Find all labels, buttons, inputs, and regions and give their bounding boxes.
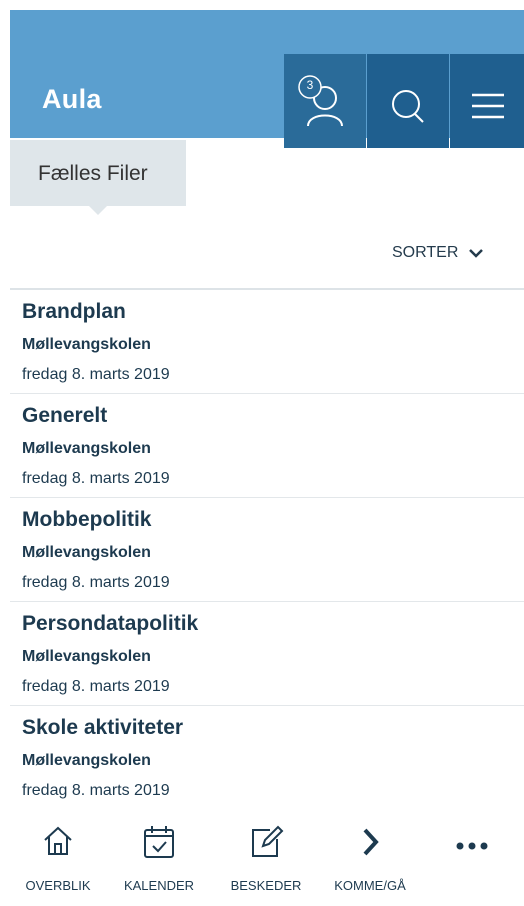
file-title: Mobbepolitik [22,508,152,531]
file-title: Brandplan [22,300,126,323]
nav-kalender[interactable]: KALENDER [111,810,207,906]
list-item[interactable]: Brandplan Møllevangskolen fredag 8. mart… [10,290,524,394]
tab-pointer [89,206,107,215]
file-date: fredag 8. marts 2019 [22,782,170,799]
sort-label: SORTER [392,244,459,261]
home-icon [44,826,72,855]
file-school: Møllevangskolen [22,544,151,561]
nav-label: KOMME/GÅ [334,878,406,893]
app-title: Aula [42,84,102,114]
notification-badge: 3 [306,78,314,92]
file-date: fredag 8. marts 2019 [22,470,170,487]
nav-label: BESKEDER [230,878,302,893]
compose-icon [252,825,284,857]
list-item[interactable]: Persondatapolitik Møllevangskolen fredag… [10,602,524,706]
file-title: Generelt [22,404,108,427]
file-date: fredag 8. marts 2019 [22,574,170,591]
list-item[interactable]: Skole aktiviteter Møllevangskolen fredag… [10,706,524,809]
file-school: Møllevangskolen [22,752,151,769]
nav-beskeder[interactable]: BESKEDER [218,810,314,906]
tab-label: Fælles Filer [38,162,148,185]
app-header: Aula 3 [10,10,524,148]
file-date: fredag 8. marts 2019 [22,678,170,695]
file-school: Møllevangskolen [22,648,151,665]
file-school: Møllevangskolen [22,440,151,457]
nav-label: KALENDER [123,878,195,893]
file-list: Brandplan Møllevangskolen fredag 8. mart… [10,290,524,809]
nav-komme-ga[interactable]: KOMME/GÅ [322,810,418,906]
tab-faelles-filer[interactable]: Fælles Filer [10,140,186,206]
profile-icon [298,75,343,127]
more-icon [456,842,488,850]
chevron-right-icon [363,828,379,856]
sort-button[interactable]: SORTER [392,244,484,262]
nav-label: OVERBLIK [25,878,91,893]
search-icon [392,90,424,123]
menu-button[interactable] [450,54,524,148]
nav-overblik[interactable]: OVERBLIK [10,810,106,906]
search-button[interactable] [367,54,449,148]
calendar-icon [144,826,174,858]
list-item[interactable]: Mobbepolitik Møllevangskolen fredag 8. m… [10,498,524,602]
file-title: Skole aktiviteter [22,716,184,739]
bottom-navigation: OVERBLIK KALENDER BESKEDER KOMME/GÅ [10,810,524,906]
nav-more[interactable] [424,810,520,906]
profile-button[interactable]: 3 [284,54,366,148]
file-date: fredag 8. marts 2019 [22,366,170,383]
file-title: Persondatapolitik [22,612,199,635]
file-school: Møllevangskolen [22,336,151,353]
chevron-down-icon [469,249,484,258]
hamburger-menu-icon [472,93,504,119]
list-item[interactable]: Generelt Møllevangskolen fredag 8. marts… [10,394,524,498]
